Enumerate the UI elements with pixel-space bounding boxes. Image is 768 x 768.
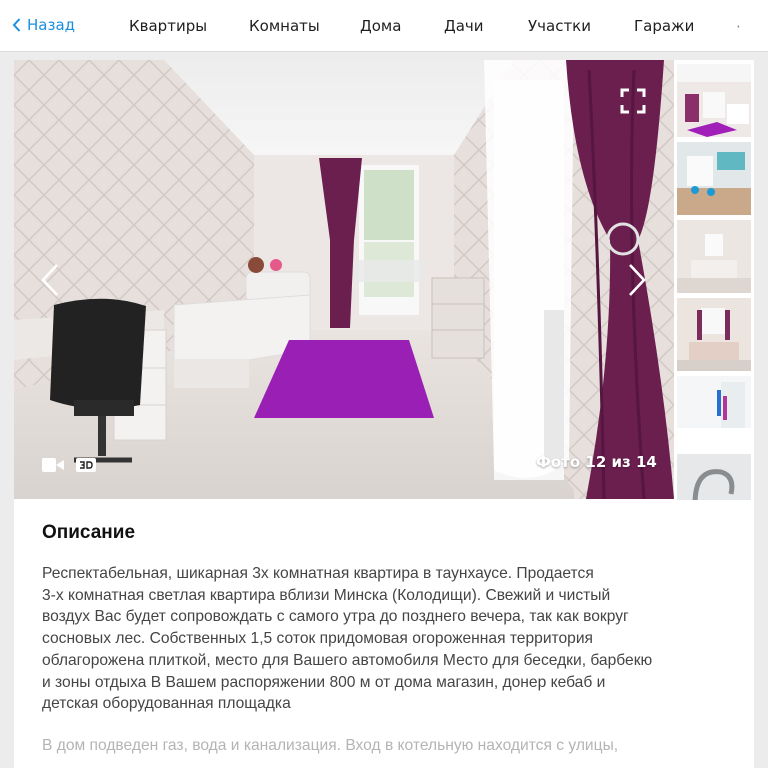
thumbnail-strip — [677, 64, 753, 527]
thumbnail-2[interactable] — [677, 142, 751, 215]
category-nav: Назад Квартиры Комнаты Дома Дачи Участки… — [0, 0, 768, 52]
listing-page: Назад Квартиры Комнаты Дома Дачи Участки… — [0, 0, 768, 768]
fullscreen-icon[interactable] — [620, 88, 646, 114]
thumbnail-1[interactable] — [677, 64, 751, 137]
nav-item-kvartiry[interactable]: Квартиры — [129, 17, 207, 35]
description-section: Описание Респектабельная, шикарная 3х ко… — [14, 500, 754, 768]
thumbnail-4[interactable] — [677, 298, 751, 371]
nav-item-garazhi[interactable]: Гаражи — [634, 17, 694, 35]
back-button[interactable]: Назад — [12, 16, 75, 34]
description-line: облагорожена плиткой, место для Вашего а… — [42, 651, 653, 669]
arrow-right-icon[interactable] — [626, 263, 648, 297]
description-line: 3-х комнатная светлая квартира вблизи Ми… — [42, 586, 611, 604]
chevron-left-icon — [12, 18, 21, 32]
main-photo[interactable]: Фото 12 из 14 — [14, 60, 674, 499]
nav-item-komnaty[interactable]: Комнаты — [249, 17, 320, 35]
arrow-left-icon[interactable] — [39, 263, 61, 297]
description-text: Респектабельная, шикарная 3х комнатная к… — [42, 563, 742, 715]
nav-item-doma[interactable]: Дома — [360, 17, 401, 35]
section-title: Описание — [42, 522, 136, 543]
description-line: сосновых лес. Собственных 1,5 соток прид… — [42, 630, 594, 648]
description-line: детская оборудованная площадка — [42, 695, 291, 713]
back-label: Назад — [27, 16, 76, 34]
thumbnail-5[interactable] — [677, 376, 751, 449]
video-icon[interactable] — [42, 458, 64, 472]
photo-counter: Фото 12 из 14 — [536, 453, 657, 471]
description-line: воздух Вас будет сопровождать с самого у… — [42, 608, 629, 626]
room-photo — [14, 60, 674, 499]
description-line: Респектабельная, шикарная 3х комнатная к… — [42, 565, 594, 582]
nav-item-dachi[interactable]: Дачи — [444, 17, 484, 35]
thumbnail-3[interactable] — [677, 220, 751, 293]
3d-icon[interactable] — [76, 458, 96, 472]
nav-overflow-indicator[interactable]: · — [736, 18, 741, 36]
nav-item-uchastki[interactable]: Участки — [528, 17, 591, 35]
description-faded-line: В дом подведен газ, вода и канализация. … — [42, 737, 619, 754]
photo-gallery: Фото 12 из 14 — [14, 60, 754, 527]
description-line: и зоны отдыха В Вашем распоряжении 800 м… — [42, 673, 606, 691]
